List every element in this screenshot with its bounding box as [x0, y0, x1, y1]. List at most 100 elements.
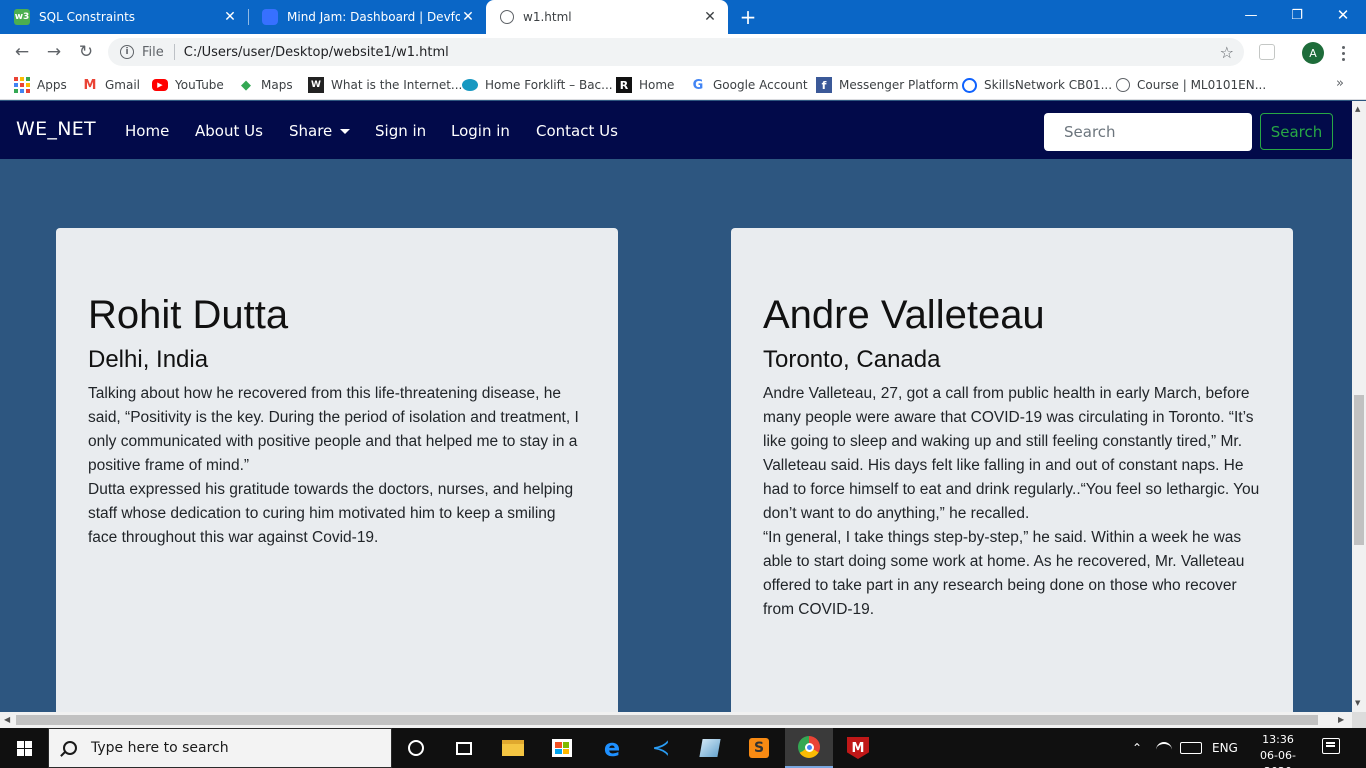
close-tab-icon[interactable]: ✕	[702, 9, 718, 25]
bookmark-label: Home Forklift – Bac...	[485, 78, 613, 92]
nav-share-dropdown[interactable]: Share	[289, 122, 351, 140]
scroll-down-arrow-icon[interactable]: ▼	[1355, 699, 1360, 707]
close-window-button[interactable]: ✕	[1320, 0, 1366, 30]
nav-about-us[interactable]: About Us	[195, 122, 263, 140]
restore-window-button[interactable]: ❐	[1274, 0, 1320, 30]
more-bookmarks-icon[interactable]: »	[1336, 76, 1344, 91]
story-paragraph: “In general, I take things step-by-step,…	[763, 529, 1245, 618]
salesforce-icon	[462, 79, 478, 91]
address-url[interactable]: C:/Users/user/Desktop/website1/w1.html	[184, 45, 449, 60]
app-icon[interactable]	[686, 728, 734, 768]
bookmark-label: YouTube	[175, 78, 224, 92]
bookmark-star-icon[interactable]: ☆	[1220, 43, 1234, 62]
address-scheme-label: File	[142, 44, 164, 60]
tab-devfolio[interactable]: Mind Jam: Dashboard | Devfolio ✕	[248, 0, 486, 34]
nav-login-in[interactable]: Login in	[451, 122, 510, 140]
nav-contact-us[interactable]: Contact Us	[536, 122, 618, 140]
tab-title: SQL Constraints	[39, 10, 136, 24]
address-bar[interactable]: i File C:/Users/user/Desktop/website1/w1…	[108, 38, 1244, 66]
bookmark-gmail[interactable]: M Gmail	[82, 76, 140, 94]
google-icon: G	[692, 77, 704, 93]
chrome-icon[interactable]	[785, 728, 833, 768]
gmail-icon: M	[83, 77, 97, 93]
reload-icon[interactable]: ↻	[74, 40, 98, 64]
task-view-icon[interactable]	[440, 728, 488, 768]
bookmark-what-is-internet[interactable]: W What is the Internet...	[308, 76, 462, 94]
globe-icon	[1116, 78, 1130, 92]
page-icon: W	[308, 77, 324, 93]
bookmark-label: Course | ML0101EN...	[1137, 78, 1267, 92]
bookmark-course[interactable]: Course | ML0101EN...	[1116, 76, 1266, 94]
address-separator	[173, 44, 175, 60]
browser-menu-icon[interactable]	[1336, 42, 1350, 64]
scroll-left-arrow-icon[interactable]: ◀	[4, 715, 10, 724]
bookmark-label: Gmail	[105, 78, 141, 92]
bookmark-google-account[interactable]: G Google Account	[690, 76, 808, 94]
site-info-icon[interactable]: i	[120, 45, 134, 59]
taskbar-search-placeholder: Type here to search	[91, 740, 229, 756]
bookmark-youtube[interactable]: ▶ YouTube	[152, 76, 224, 94]
site-brand[interactable]: WE_NET	[16, 118, 96, 140]
close-tab-icon[interactable]: ✕	[222, 9, 238, 25]
story-location: Toronto, Canada	[763, 346, 941, 373]
action-center-icon[interactable]	[1322, 738, 1340, 754]
bookmark-apps[interactable]: Apps	[14, 76, 67, 94]
new-tab-button[interactable]: +	[736, 5, 760, 29]
nav-sign-in[interactable]: Sign in	[375, 122, 426, 140]
tab-title: w1.html	[523, 10, 572, 24]
network-icon[interactable]	[1156, 728, 1172, 768]
main-content: Rohit Dutta Delhi, India Talking about h…	[0, 159, 1352, 712]
bookmark-home[interactable]: R Home	[616, 76, 674, 94]
story-card-rohit: Rohit Dutta Delhi, India Talking about h…	[56, 228, 618, 712]
ring-icon	[962, 77, 977, 93]
cortana-icon[interactable]	[392, 728, 440, 768]
extension-icon[interactable]	[1259, 44, 1275, 60]
store-icon[interactable]	[538, 728, 586, 768]
scroll-right-arrow-icon[interactable]: ▶	[1338, 715, 1344, 724]
story-name: Rohit Dutta	[88, 293, 289, 337]
vscode-icon[interactable]: ≺	[637, 728, 685, 768]
globe-icon	[500, 10, 514, 24]
clock-time: 13:36	[1262, 733, 1294, 746]
bookmark-messenger-platform[interactable]: f Messenger Platform	[816, 76, 959, 94]
tab-sql-constraints[interactable]: w3 SQL Constraints ✕	[0, 0, 248, 34]
maps-icon: ◆	[241, 77, 251, 93]
language-indicator[interactable]: ENG	[1212, 728, 1238, 768]
back-arrow-icon[interactable]: ←	[10, 40, 34, 64]
tab-title: Mind Jam: Dashboard | Devfolio	[287, 10, 460, 24]
close-tab-icon[interactable]: ✕	[460, 9, 476, 25]
r-logo-icon: R	[616, 77, 632, 93]
scroll-up-arrow-icon[interactable]: ▲	[1355, 105, 1360, 113]
taskbar-search-box[interactable]: Type here to search	[48, 728, 392, 768]
show-hidden-icons-icon[interactable]: ⌃	[1132, 728, 1142, 768]
bookmark-label: Messenger Platform	[839, 78, 959, 92]
windows-taskbar: Type here to search e ≺ S M ⌃ ENG 13:36 …	[0, 728, 1366, 768]
forward-arrow-icon[interactable]: →	[42, 40, 66, 64]
bookmark-skillsnetwork[interactable]: SkillsNetwork CB01...	[962, 76, 1112, 94]
bookmark-maps[interactable]: ◆ Maps	[238, 76, 293, 94]
scrollbar-corner	[1352, 712, 1366, 728]
story-name: Andre Valleteau	[763, 293, 1045, 337]
minimize-window-button[interactable]: —	[1228, 0, 1274, 30]
profile-avatar[interactable]: A	[1302, 42, 1324, 64]
vertical-scrollbar[interactable]: ▲ ▼	[1352, 101, 1366, 712]
devfolio-icon	[262, 9, 278, 25]
edge-icon[interactable]: e	[588, 728, 636, 768]
nav-home[interactable]: Home	[125, 122, 169, 140]
horizontal-scrollbar[interactable]: ◀ ▶	[0, 712, 1352, 728]
keyboard-icon[interactable]	[1180, 728, 1202, 768]
system-clock[interactable]: 13:36 06-06-2020	[1250, 732, 1306, 768]
vertical-scroll-thumb[interactable]	[1354, 395, 1364, 545]
bookmark-label: Home	[639, 78, 675, 92]
start-button[interactable]	[0, 728, 48, 768]
windows-logo-icon	[16, 740, 32, 756]
mcafee-icon[interactable]: M	[834, 728, 882, 768]
sublime-icon[interactable]: S	[735, 728, 783, 768]
file-explorer-icon[interactable]	[489, 728, 537, 768]
site-search-button[interactable]: Search	[1260, 113, 1333, 150]
bookmark-home-forklift[interactable]: Home Forklift – Bac...	[462, 76, 613, 94]
site-search-input[interactable]	[1044, 113, 1252, 151]
horizontal-scroll-thumb[interactable]	[16, 715, 1318, 725]
tab-w1-html[interactable]: w1.html ✕	[486, 0, 728, 34]
story-paragraph: Andre Valleteau, 27, got a call from pub…	[763, 385, 1260, 522]
